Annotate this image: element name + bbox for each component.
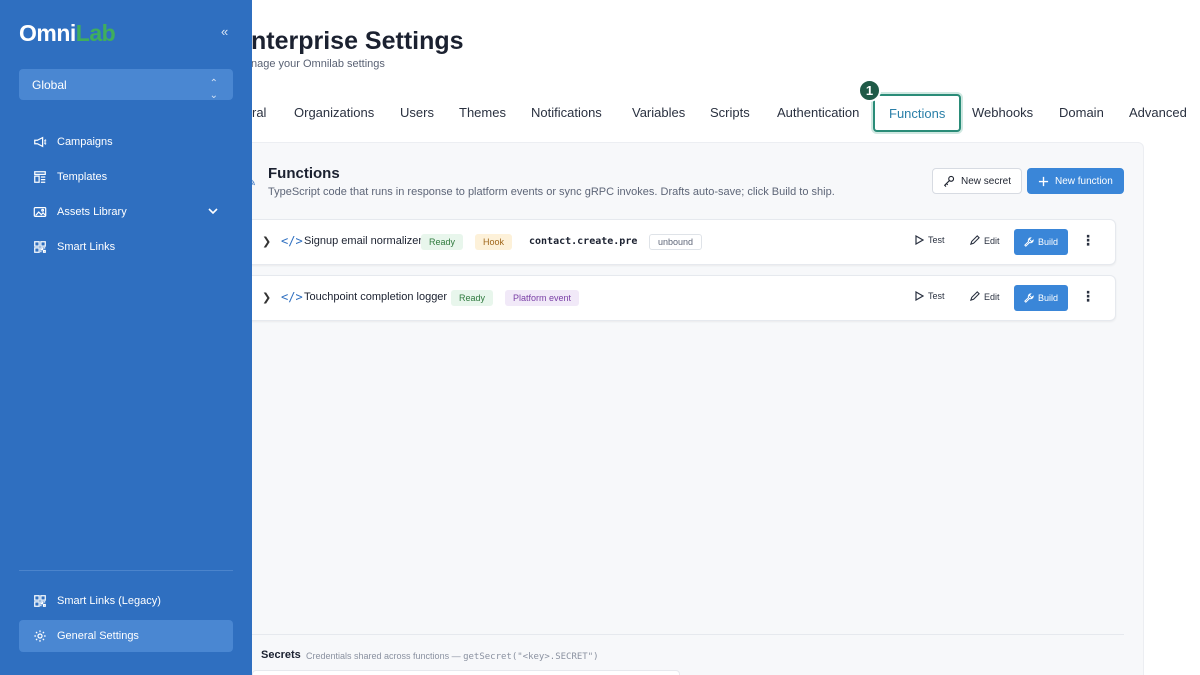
build-button[interactable]: Build [1014,285,1069,311]
settings-tabs: ral Organizations Users Themes Notificat… [252,92,1200,134]
tab-general[interactable]: ral [252,105,266,120]
app-logo[interactable]: OmniLab [19,20,116,47]
kind-badge: Hook [475,234,513,250]
sidebar-item-label: Templates [57,171,108,183]
tab-notifications[interactable]: Notifications [531,105,602,120]
sidebar-item-smart-links[interactable]: Smart Links [19,231,233,263]
play-icon [915,291,924,301]
test-button[interactable]: Test [915,235,945,245]
pencil-icon [969,291,980,302]
step-badge: 1 [858,79,881,102]
key-icon [943,175,955,187]
sidebar-item-smart-links-legacy[interactable]: Smart Links (Legacy) [19,585,233,617]
binding-badge: unbound [649,234,703,250]
sidebar-item-label: Campaigns [57,136,113,148]
tab-authentication[interactable]: Authentication [777,105,859,120]
page-title: nterprise Settings [252,27,464,55]
function-row[interactable]: ❯ </> Signup email normalizer Ready Hook… [252,219,1116,265]
edit-button[interactable]: Edit [969,235,1000,246]
tab-users[interactable]: Users [400,105,434,120]
sidebar-item-campaigns[interactable]: Campaigns [19,126,233,158]
tab-domain[interactable]: Domain [1059,105,1104,120]
chevron-down-icon[interactable] [207,205,219,220]
code-icon: </> [281,290,303,304]
event-key: contact.create.pre [529,236,638,247]
secrets-description: Credentials shared across functions — ge… [306,651,599,662]
functions-description: TypeScript code that runs in response to… [268,186,835,198]
wrench-icon [1024,293,1034,303]
chevron-right-icon[interactable]: ❯ [262,235,271,248]
function-name: Touchpoint completion logger [304,291,448,303]
megaphone-icon [32,135,47,150]
code-icon: </> [281,234,303,248]
edit-button[interactable]: Edit [969,291,1000,302]
collapse-sidebar-button[interactable]: « [221,24,228,39]
image-icon [32,205,47,220]
secret-code-snippet: getSecret("<key>.SECRET") [463,652,599,662]
more-options-icon[interactable]: ⋮ [1081,233,1095,247]
template-icon [32,170,47,185]
tab-organizations[interactable]: Organizations [294,105,374,120]
more-options-icon[interactable]: ⋮ [1081,289,1095,303]
status-badge: Ready [421,234,464,250]
sidebar-item-label: General Settings [57,630,139,642]
sidebar-item-templates[interactable]: Templates [19,161,233,193]
scope-select-value: Global [32,78,67,92]
pencil-icon [969,235,980,246]
new-function-button[interactable]: New function [1027,168,1124,194]
secrets-title: Secrets [261,649,301,661]
tab-functions[interactable]: Functions [873,94,962,132]
tab-variables[interactable]: Variables [632,105,685,120]
sidebar-item-general-settings[interactable]: General Settings [19,620,233,652]
new-secret-button[interactable]: New secret [932,168,1023,194]
main-content: nterprise Settings nage your Omnilab set… [252,0,1200,675]
qr-icon [32,594,47,609]
gear-icon [32,629,47,644]
tab-themes[interactable]: Themes [459,105,506,120]
plus-icon [1038,176,1049,186]
build-button[interactable]: Build [1014,229,1069,255]
page-subtitle: nage your Omnilab settings [252,58,385,70]
sidebar-divider [19,570,233,571]
sidebar-item-label: Assets Library [57,206,127,218]
status-badge: Ready [451,290,494,306]
sidebar-item-label: Smart Links [57,241,116,253]
pencil-icon: ✎ [252,176,256,189]
sidebar: OmniLab « Global ⌃ ⌄ Campaigns Templates … [0,0,252,675]
test-button[interactable]: Test [915,291,945,301]
scope-select[interactable]: Global ⌃ ⌄ [19,69,233,101]
functions-title: Functions [268,165,340,182]
function-name: Signup email normalizer [304,235,422,247]
select-arrows-icon: ⌃ ⌄ [209,78,218,101]
sidebar-item-assets-library[interactable]: Assets Library [19,196,233,228]
sidebar-item-label: Smart Links (Legacy) [57,595,161,607]
section-divider [252,634,1124,635]
play-icon [915,235,924,245]
kind-badge: Platform event [505,290,580,306]
tab-webhooks[interactable]: Webhooks [972,105,1033,120]
secrets-list [252,670,680,675]
function-row[interactable]: ❯ </> Touchpoint completion logger Ready… [252,275,1116,321]
chevron-right-icon[interactable]: ❯ [262,291,271,304]
wrench-icon [1024,237,1034,247]
qr-icon [32,240,47,255]
tab-scripts[interactable]: Scripts [710,105,750,120]
tab-advanced[interactable]: Advanced [1129,105,1187,120]
